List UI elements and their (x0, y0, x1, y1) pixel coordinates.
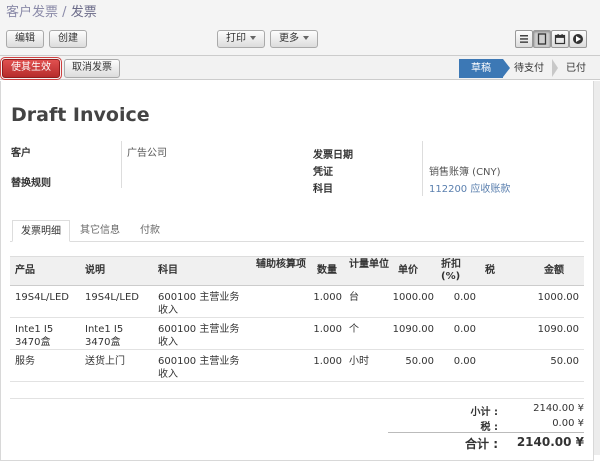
chevron-down-icon (250, 36, 256, 40)
invoice-date-label: 发票日期 (313, 150, 353, 161)
line-quantity: 1.000 (313, 324, 342, 335)
column-header-tax: 税 (485, 265, 495, 276)
lines-table-header: 产品 说明 科目 辅助核算项 数量 计量单位 单价 折扣(%) 税 金额 (10, 256, 584, 286)
status-stage-paid: 已付 (566, 63, 586, 74)
subtotal-value: 2140.00 ¥ (533, 403, 584, 414)
more-dropdown[interactable]: 更多 (270, 30, 318, 48)
form-view-button[interactable] (533, 30, 551, 48)
line-amount: 50.00 (550, 356, 579, 367)
form-view-icon (537, 33, 547, 45)
calendar-icon (554, 34, 566, 45)
stage-arrow-icon (503, 59, 510, 77)
tax-label: 税 : (480, 422, 498, 433)
diagram-icon (573, 34, 583, 44)
line-account: 600100 主营业务收入 (158, 324, 240, 348)
invoice-title: Draft Invoice (11, 104, 150, 126)
column-header-description: 说明 (85, 265, 105, 276)
stage-arrow-icon (552, 59, 558, 77)
tab-other-info[interactable]: 其它信息 (74, 220, 126, 242)
total-divider (388, 432, 584, 433)
line-discount: 0.00 (453, 292, 476, 303)
column-header-quantity: 数量 (317, 265, 337, 276)
line-uom: 个 (349, 324, 359, 335)
line-discount: 0.00 (453, 356, 476, 367)
tax-value: 0.00 ¥ (552, 418, 584, 429)
column-header-discount: 折扣(%) (441, 259, 461, 282)
scrollbar[interactable] (594, 81, 600, 455)
customer-label: 客户 (11, 148, 31, 159)
tab-payments[interactable]: 付款 (134, 220, 166, 242)
field-divider (422, 141, 423, 196)
breadcrumb-separator: / (62, 5, 67, 20)
line-discount: 0.00 (453, 324, 476, 335)
line-quantity: 1.000 (313, 356, 342, 367)
column-header-analytic: 辅助核算项 (256, 259, 306, 270)
total-label: 合计 : (465, 437, 498, 451)
line-unit-price: 1000.00 (392, 292, 434, 303)
validate-button[interactable]: 使其生效 (0, 57, 62, 80)
line-product: 19S4L/LED (15, 292, 69, 303)
line-description: 送货上门 (85, 356, 125, 367)
calendar-view-button[interactable] (551, 30, 569, 48)
chevron-down-icon (303, 36, 309, 40)
column-header-product: 产品 (15, 265, 35, 276)
line-account: 600100 主营业务收入 (158, 292, 240, 316)
field-divider (121, 141, 122, 188)
customer-field[interactable]: 广告公司 (127, 144, 167, 159)
list-view-button[interactable] (515, 30, 533, 48)
line-uom: 小时 (349, 356, 369, 367)
diagram-view-button[interactable] (569, 30, 587, 48)
more-label: 更多 (279, 33, 299, 44)
line-description: 19S4L/LED (85, 292, 139, 303)
fiscal-position-label: 替换规则 (11, 178, 51, 189)
line-quantity: 1.000 (313, 292, 342, 303)
create-button[interactable]: 创建 (49, 30, 87, 48)
subtotal-label: 小计 : (470, 407, 498, 418)
status-stage-draft: 草稿 (459, 59, 503, 78)
status-stage-open: 待支付 (514, 63, 544, 74)
table-row[interactable]: 19S4L/LED 19S4L/LED 600100 主营业务收入 1.000 … (10, 286, 584, 318)
total-value: 2140.00 ¥ (516, 435, 584, 449)
table-row[interactable]: 服务 送货上门 600100 主营业务收入 1.000 小时 50.00 0.0… (10, 350, 584, 382)
journal-label: 凭证 (313, 167, 333, 178)
print-dropdown[interactable]: 打印 (217, 30, 265, 48)
breadcrumb-parent-link[interactable]: 客户发票 (6, 5, 58, 20)
line-uom: 台 (349, 292, 359, 303)
line-description: Inte1 I5 3470盒 (85, 324, 124, 348)
column-header-unit-price: 单价 (398, 265, 418, 276)
column-header-amount: 金额 (544, 265, 564, 276)
column-header-account: 科目 (158, 265, 178, 276)
list-view-icon (520, 35, 528, 43)
line-unit-price: 1090.00 (392, 324, 434, 335)
breadcrumb: 客户发票 / 发票 (6, 1, 97, 20)
edit-button[interactable]: 编辑 (6, 30, 44, 48)
totals-divider (10, 398, 584, 399)
line-amount: 1000.00 (537, 292, 579, 303)
line-amount: 1090.00 (537, 324, 579, 335)
journal-field[interactable]: 销售账簿 (CNY) (429, 163, 501, 178)
column-header-uom: 计量单位 (349, 259, 389, 270)
print-label: 打印 (226, 33, 246, 44)
tab-invoice-lines[interactable]: 发票明细 (12, 220, 70, 242)
line-product: Inte1 I5 3470盒 (15, 324, 54, 348)
table-row[interactable]: Inte1 I5 3470盒 Inte1 I5 3470盒 600100 主营业… (10, 318, 584, 350)
account-label: 科目 (313, 184, 333, 195)
cancel-invoice-button[interactable]: 取消发票 (64, 59, 120, 78)
breadcrumb-current: 发票 (70, 5, 97, 20)
account-link[interactable]: 112200 应收账款 (429, 180, 510, 195)
line-account: 600100 主营业务收入 (158, 356, 240, 380)
line-unit-price: 50.00 (405, 356, 434, 367)
line-product: 服务 (15, 356, 35, 367)
